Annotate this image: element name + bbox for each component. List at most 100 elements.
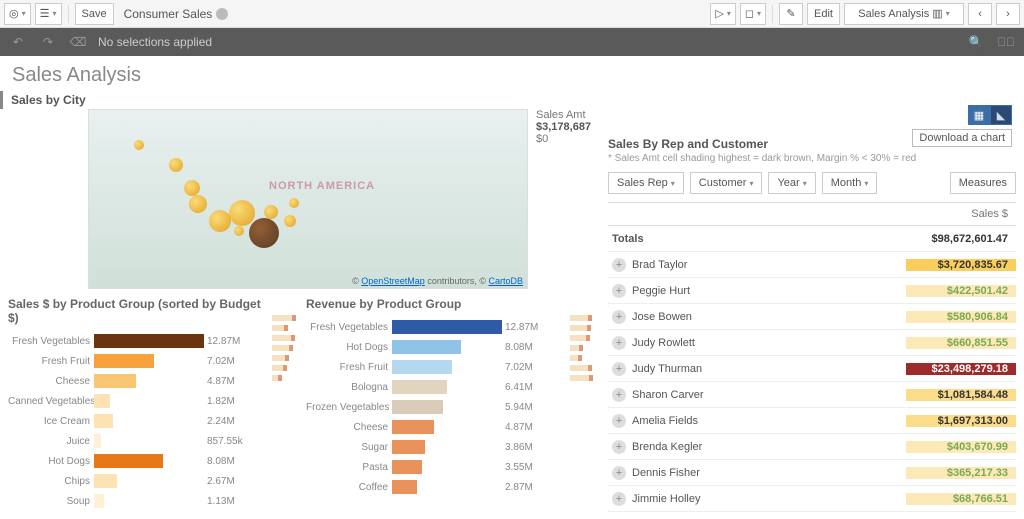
bar-row[interactable]: Chips2.67M [8,471,266,491]
pivot-row[interactable]: +Jose Bowen$580,906.84 [608,304,1016,330]
pivot-row-name: +Sharon Carver [608,388,906,402]
pivot-row-name: +Judy Rowlett [608,336,906,350]
dimension-button[interactable]: Sales Rep▾ [608,172,684,194]
bar-row[interactable]: Hot Dogs8.08M [8,451,266,471]
expand-icon[interactable]: + [612,440,626,454]
bar-row[interactable]: Frozen Vegetables 5.94M [306,397,564,417]
app-icon [216,8,228,20]
revenue-by-product-chart[interactable]: Revenue by Product Group Fresh Vegetables… [306,297,564,511]
sheet-selector[interactable]: Sales Analysis ▥▾ [844,3,964,25]
expand-icon[interactable]: + [612,258,626,272]
pivot-row-name: +Brad Taylor [608,258,906,272]
bar-label: Fresh Fruit [8,356,94,367]
bar-row[interactable]: Pasta3.55M [306,457,564,477]
pivot-row-name: +Brenda Kegler [608,440,906,454]
bar-row[interactable]: Sugar3.86M [306,437,564,457]
table-view-button[interactable]: ▦ [968,105,990,125]
bar-row[interactable]: Soup1.13M [8,491,266,511]
pivot-row[interactable]: +Brad Taylor$3,720,835.67 [608,252,1016,278]
measures-button[interactable]: Measures [950,172,1016,194]
pivot-row[interactable]: +Amelia Fields$1,697,313.00 [608,408,1016,434]
bar-row[interactable]: Fresh Fruit7.02M [306,357,564,377]
bar-label: Hot Dogs [306,342,392,353]
pivot-header: Sales $ [608,202,1016,226]
pivot-totals-row: Totals $98,672,601.47 [608,226,1016,252]
bar-row[interactable]: Fresh Vegetables12.87M [306,317,564,337]
bar-label: Frozen Vegetables [306,402,392,413]
pivot-row-name: +Dennis Fisher [608,466,906,480]
dimension-row: Sales Rep▾ Customer▾Year▾ Month▾ Measures [608,172,1016,194]
play-button[interactable]: ▷▾ [710,3,735,25]
pivot-subtitle: * Sales Amt cell shading highest = dark … [608,153,1016,164]
bar-fill [392,480,417,494]
sales-by-product-chart[interactable]: Sales $ by Product Group (sorted by Budg… [8,297,266,511]
bar-value: 1.82M [204,396,235,407]
clear-selections-icon[interactable]: ⌫ [68,32,88,52]
sales-map[interactable]: NORTH AMERICA © OpenStreetMap contributo… [88,109,528,289]
pivot-row[interactable]: +Jimmie Holley$68,766.51 [608,486,1016,512]
map-legend: Sales Amt $3,178,687 $0 [536,109,591,289]
next-sheet-button[interactable]: › [996,3,1020,25]
pivot-row-value: $23,498,279.18 [906,363,1016,375]
pivot-row-value: $1,697,313.00 [906,415,1016,427]
step-forward-icon[interactable]: ↷ [38,32,58,52]
map-title: Sales by City [0,91,1024,109]
expand-icon[interactable]: + [612,310,626,324]
app-title: Consumer Sales [118,7,235,21]
pivot-row-value: $68,766.51 [906,493,1016,505]
expand-icon[interactable]: + [612,362,626,376]
bar-row[interactable]: Canned Vegetables1.82M [8,391,266,411]
nav-menu-button[interactable]: ◎▾ [4,3,31,25]
bar-row[interactable]: Fresh Fruit7.02M [8,351,266,371]
bar-row[interactable]: Coffee2.87M [306,477,564,497]
expand-icon[interactable]: + [612,388,626,402]
dimension-button[interactable]: Year▾ [768,172,815,194]
bar-fill [94,414,113,428]
pivot-row[interactable]: +Peggie Hurt$422,501.42 [608,278,1016,304]
step-back-icon[interactable]: ↶ [8,32,28,52]
selections-tool-icon[interactable]: �⃞ [996,32,1016,52]
pivot-row[interactable]: +Judy Thurman$23,498,279.18 [608,356,1016,382]
expand-icon[interactable]: + [612,414,626,428]
bar-row[interactable]: Cheese4.87M [306,417,564,437]
bar-row[interactable]: Hot Dogs8.08M [306,337,564,357]
expand-icon[interactable]: + [612,466,626,480]
bar-row[interactable]: Cheese4.87M [8,371,266,391]
pivot-row[interactable]: +Judy Rowlett$660,851.55 [608,330,1016,356]
bar-fill [392,360,452,374]
expand-icon[interactable]: + [612,284,626,298]
pivot-row[interactable]: +Brenda Kegler$403,670.99 [608,434,1016,460]
pivot-row[interactable]: +Dennis Fisher$365,217.33 [608,460,1016,486]
pivot-row-name: +Peggie Hurt [608,284,906,298]
expand-icon[interactable]: + [612,492,626,506]
pivot-row-value: $365,217.33 [906,467,1016,479]
carto-link[interactable]: CartoDB [488,276,523,286]
bookmark-button[interactable]: ◻▾ [740,3,766,25]
chart-title: Revenue by Product Group [306,297,564,311]
edit-button[interactable]: Edit [807,3,840,25]
pivot-row-name: +Amelia Fields [608,414,906,428]
chart-view-button[interactable]: ◣ [990,105,1012,125]
osm-link[interactable]: OpenStreetMap [361,276,425,286]
prev-sheet-button[interactable]: ‹ [968,3,992,25]
download-tooltip: Download a chart [912,129,1012,147]
selections-bar: ↶ ↷ ⌫ No selections applied 🔍 �⃞ [0,28,1024,56]
pivot-row-name: +Judy Thurman [608,362,906,376]
bar-row[interactable]: Bologna6.41M [306,377,564,397]
map-attribution: © OpenStreetMap contributors, © CartoDB [352,276,523,286]
bar-row[interactable]: Fresh Vegetables12.87M [8,331,266,351]
pivot-row[interactable]: +Sharon Carver$1,081,584.48 [608,382,1016,408]
bar-fill [94,354,154,368]
pivot-column-header[interactable]: Sales $ [906,208,1016,220]
bar-value: 2.24M [204,416,235,427]
expand-icon[interactable]: + [612,336,626,350]
search-icon[interactable]: 🔍 [966,32,986,52]
edit-icon-button[interactable]: ✎ [779,3,803,25]
bar-row[interactable]: Juice857.55k [8,431,266,451]
dimension-button[interactable]: Month▾ [822,172,878,194]
list-menu-button[interactable]: ☰▾ [35,3,62,25]
bar-value: 5.94M [502,402,533,413]
dimension-button[interactable]: Customer▾ [690,172,763,194]
bar-row[interactable]: Ice Cream2.24M [8,411,266,431]
save-button[interactable]: Save [75,3,114,25]
